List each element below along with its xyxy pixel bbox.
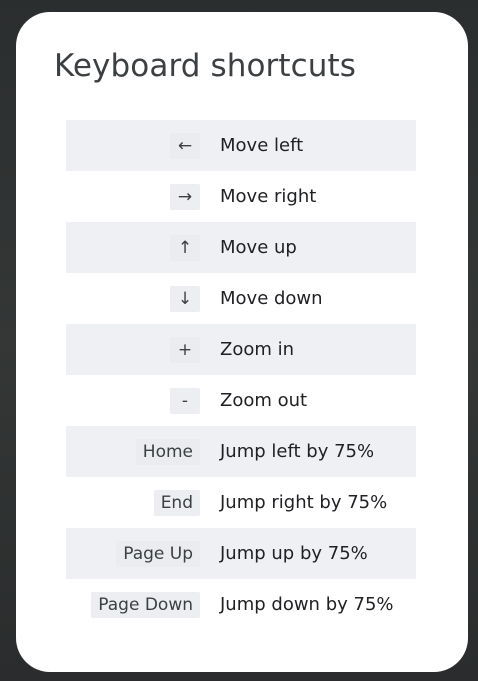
key-cell: Page Down <box>66 591 200 618</box>
page-up-key: Page Up <box>116 540 200 567</box>
shortcut-description: Move left <box>220 135 304 156</box>
down-arrow-key: ↓ <box>170 285 200 312</box>
shortcut-description: Move up <box>220 237 297 258</box>
right-arrow-key: → <box>170 183 200 210</box>
shortcut-row-zoom-out: - Zoom out <box>66 375 416 426</box>
shortcut-row-zoom-in: + Zoom in <box>66 324 416 375</box>
key-cell: ← <box>66 132 200 159</box>
end-key: End <box>153 489 200 516</box>
key-cell: - <box>66 387 200 414</box>
minus-key: - <box>170 387 200 414</box>
shortcut-description: Zoom in <box>220 339 295 360</box>
shortcut-description: Move right <box>220 186 317 207</box>
shortcut-table: ← Move left → Move right ↑ Move up ↓ Mov… <box>66 120 416 630</box>
key-cell: ↑ <box>66 234 200 261</box>
key-cell: End <box>66 489 200 516</box>
shortcut-description: Jump down by 75% <box>220 594 394 615</box>
shortcut-description: Zoom out <box>220 390 308 411</box>
shortcut-description: Jump right by 75% <box>220 492 388 513</box>
key-cell: + <box>66 336 200 363</box>
shortcut-row-jump-up: Page Up Jump up by 75% <box>66 528 416 579</box>
shortcut-description: Move down <box>220 288 323 309</box>
shortcut-row-jump-right: End Jump right by 75% <box>66 477 416 528</box>
up-arrow-key: ↑ <box>170 234 200 261</box>
shortcut-row-move-up: ↑ Move up <box>66 222 416 273</box>
key-cell: → <box>66 183 200 210</box>
key-cell: Page Up <box>66 540 200 567</box>
page-down-key: Page Down <box>91 591 200 618</box>
keyboard-shortcuts-dialog: Keyboard shortcuts ← Move left → Move ri… <box>16 12 468 672</box>
shortcut-description: Jump left by 75% <box>220 441 375 462</box>
shortcut-row-move-down: ↓ Move down <box>66 273 416 324</box>
key-cell: ↓ <box>66 285 200 312</box>
shortcut-row-jump-left: Home Jump left by 75% <box>66 426 416 477</box>
shortcut-row-move-left: ← Move left <box>66 120 416 171</box>
shortcut-description: Jump up by 75% <box>220 543 368 564</box>
shortcut-row-move-right: → Move right <box>66 171 416 222</box>
home-key: Home <box>135 438 200 465</box>
key-cell: Home <box>66 438 200 465</box>
left-arrow-key: ← <box>170 132 200 159</box>
plus-key: + <box>170 336 200 363</box>
shortcut-row-jump-down: Page Down Jump down by 75% <box>66 579 416 630</box>
dialog-title: Keyboard shortcuts <box>54 48 357 84</box>
